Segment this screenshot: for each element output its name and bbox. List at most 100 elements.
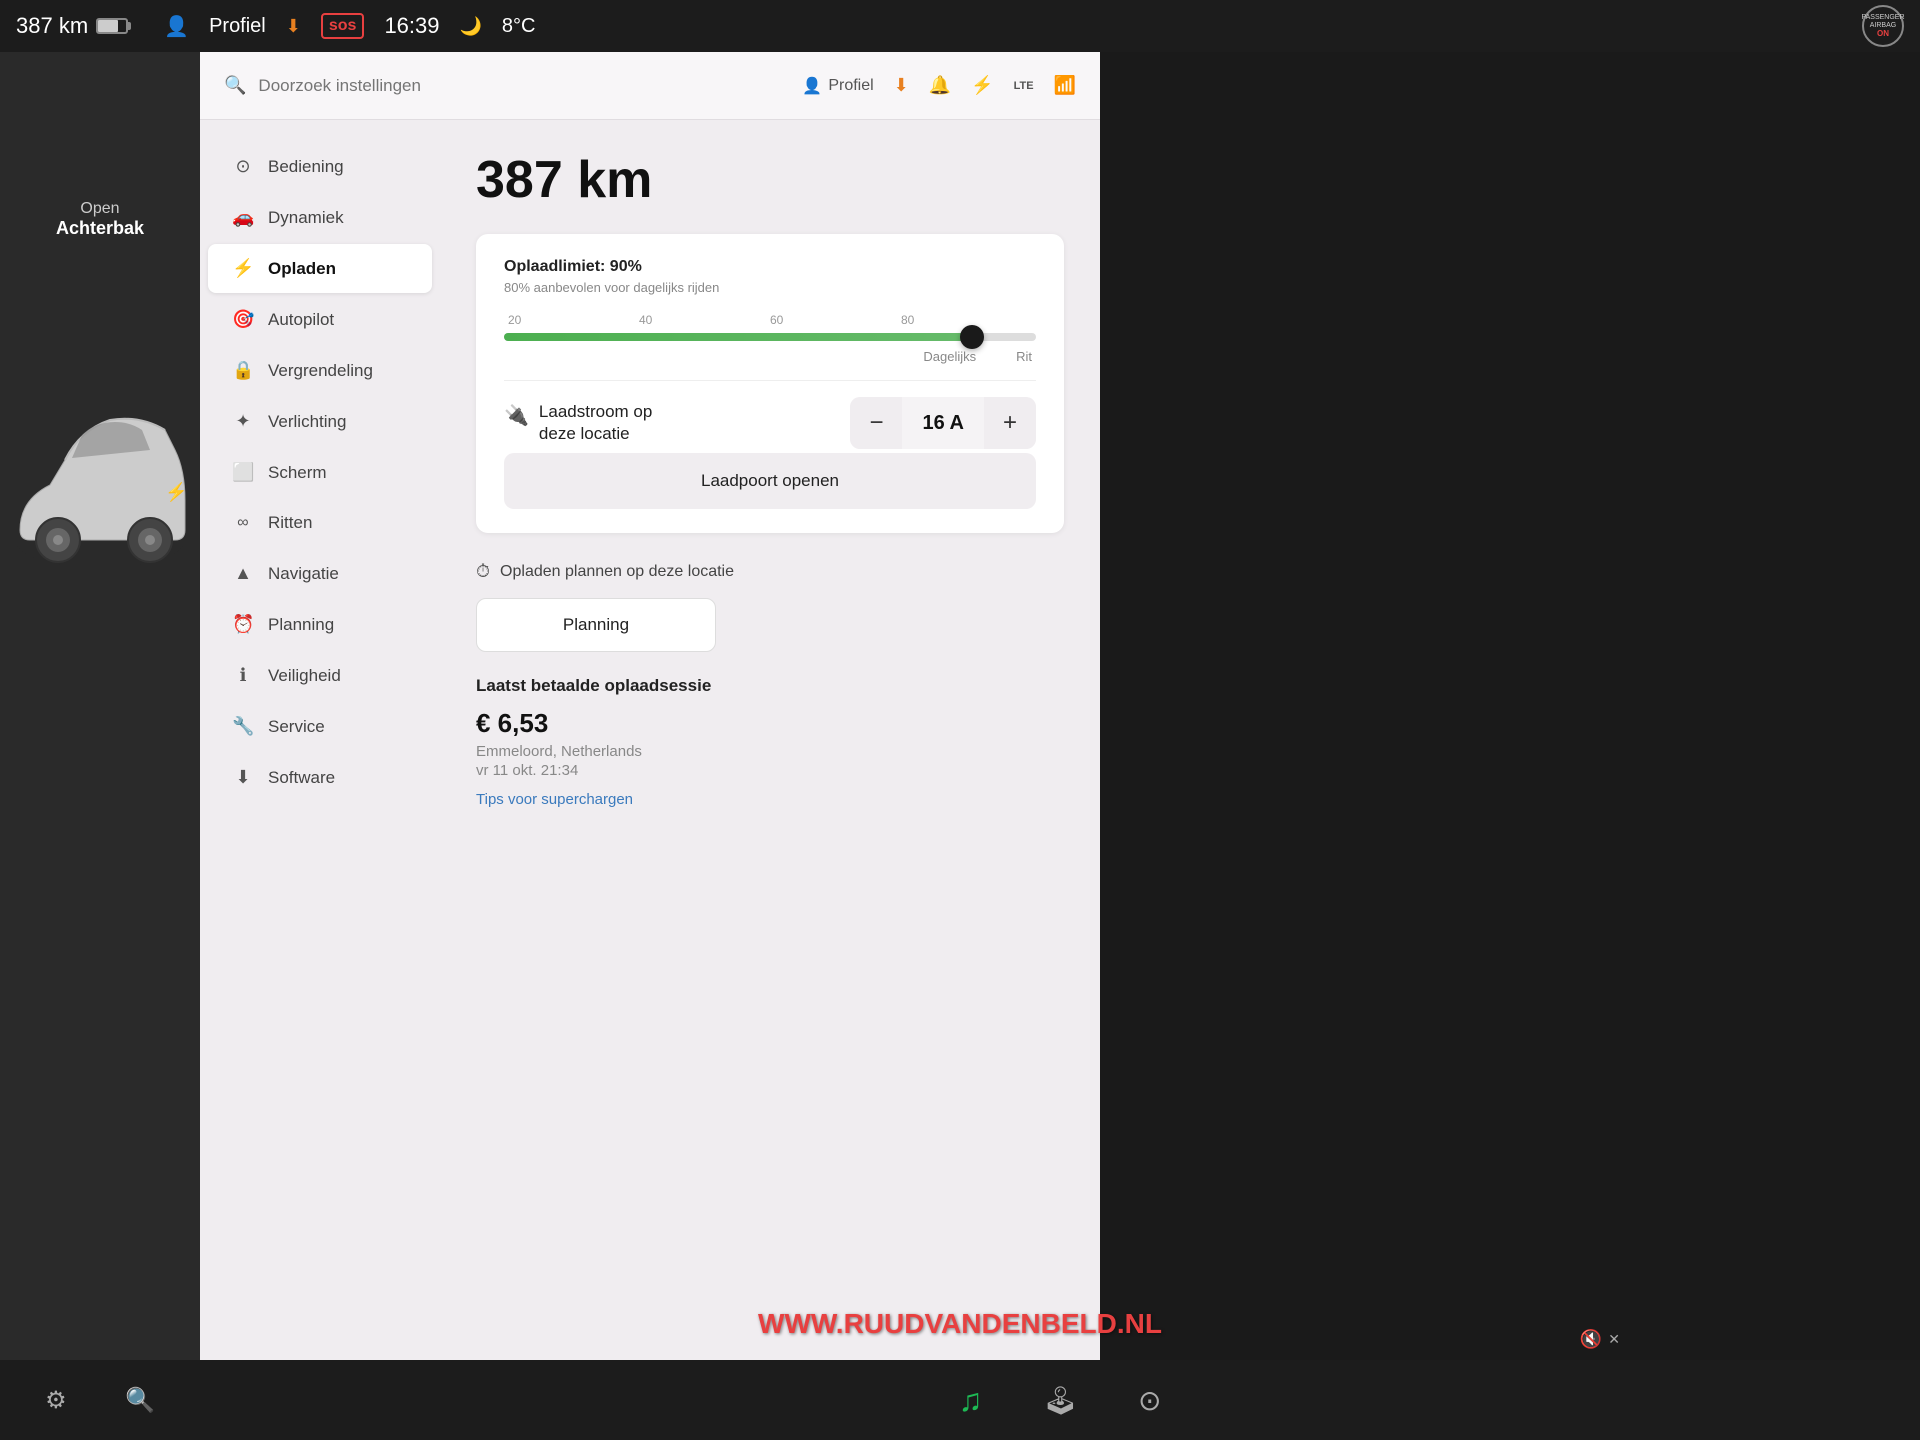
search-input[interactable] (258, 76, 790, 96)
range-heading: 387 km (476, 150, 1064, 210)
laadpoort-button[interactable]: Laadpoort openen (504, 453, 1036, 509)
airbag-badge: PASSENGER AIRBAG ON (1862, 5, 1904, 47)
sidebar-item-bediening[interactable]: ⊙ Bediening (208, 142, 432, 191)
verlichting-icon: ✦ (232, 411, 254, 432)
mute-speaker-icon: 🔇 (1580, 1329, 1602, 1350)
veiligheid-icon: ℹ (232, 665, 254, 686)
sidebar-item-autopilot[interactable]: 🎯 Autopilot (208, 295, 432, 344)
current-label-area: 🔌 Laadstroom opdeze locatie (504, 401, 652, 445)
current-row: 🔌 Laadstroom opdeze locatie − 16 A + (504, 397, 1036, 449)
sidebar-item-opladen[interactable]: ⚡ Opladen (208, 244, 432, 293)
charge-card: Oplaadlimiet: 90% 80% aanbevolen voor da… (476, 234, 1064, 533)
sidebar-item-verlichting[interactable]: ✦ Verlichting (208, 397, 432, 446)
sidebar-item-service[interactable]: 🔧 Service (208, 702, 432, 751)
mute-x-icon: ✕ (1608, 1331, 1620, 1348)
vergrendeling-icon: 🔒 (232, 360, 254, 381)
signal-icon: 📶 (1054, 75, 1076, 96)
bediening-label: Bediening (268, 157, 344, 177)
sidebar-item-ritten[interactable]: ∞ Ritten (208, 499, 432, 547)
schedule-icon: ⏱ (476, 561, 490, 582)
search-bar: 🔍 👤 Profiel ⬇ 🔔 ⚡ LTE 📶 (200, 52, 1100, 120)
battery-icon (96, 18, 128, 34)
spotify-icon[interactable]: ♫ (958, 1382, 982, 1419)
svg-text:⚡: ⚡ (165, 481, 187, 503)
battery-fill (98, 20, 118, 32)
daily-label: Dagelijks (923, 349, 976, 364)
main-panel: 🔍 👤 Profiel ⬇ 🔔 ⚡ LTE 📶 ⊙ Bediening 🚗 Dy… (200, 52, 1100, 1392)
planning-label: Planning (268, 615, 334, 635)
current-value: 16 A (902, 412, 984, 435)
slider-fill (504, 333, 972, 341)
search-right: 👤 Profiel ⬇ 🔔 ⚡ LTE 📶 (802, 75, 1076, 96)
schedule-section: ⏱ Opladen plannen op deze locatie Planni… (476, 561, 1064, 652)
current-decrease-button[interactable]: − (850, 397, 902, 449)
achterbak-label: Achterbak (56, 218, 144, 239)
last-session-label: Laatst betaalde oplaadsessie (476, 676, 1064, 696)
header-bluetooth-icon: ⚡ (971, 75, 993, 96)
autopilot-label: Autopilot (268, 310, 334, 330)
slider-label-20: 20 (508, 313, 521, 327)
slider-thumb[interactable] (960, 325, 984, 349)
open-label: Open (80, 200, 119, 218)
sidebar-item-planning[interactable]: ⏰ Planning (208, 600, 432, 649)
header-profile-label: Profiel (828, 77, 873, 95)
slider-label-60: 60 (770, 313, 783, 327)
sidebar-item-dynamiek[interactable]: 🚗 Dynamiek (208, 193, 432, 242)
rit-label: Rit (1016, 349, 1032, 364)
slider-label-40: 40 (639, 313, 652, 327)
moon-icon: 🌙 (460, 16, 482, 37)
vergrendeling-label: Vergrendeling (268, 361, 373, 381)
sidebar-item-vergrendeling[interactable]: 🔒 Vergrendeling (208, 346, 432, 395)
dynamiek-icon: 🚗 (232, 207, 254, 228)
opladen-icon: ⚡ (232, 258, 254, 279)
car-svg: ⚡ (0, 280, 200, 660)
airbag-line2: AIRBAG (1870, 22, 1896, 30)
status-bar: 387 km 👤 Profiel ⬇ sos 16:39 🌙 8°C PASSE… (0, 0, 1920, 52)
last-session-location: Emmeloord, Netherlands (476, 743, 1064, 760)
last-session: Laatst betaalde oplaadsessie € 6,53 Emme… (476, 676, 1064, 809)
main-content-area: 387 km Oplaadlimiet: 90% 80% aanbevolen … (440, 120, 1100, 1392)
profile-label: Profiel (209, 15, 266, 38)
scherm-label: Scherm (268, 463, 327, 483)
last-session-date: vr 11 okt. 21:34 (476, 762, 1064, 779)
supercharge-tips-link[interactable]: Tips voor superchargen (476, 791, 633, 808)
header-person-icon: 👤 (802, 76, 822, 96)
dynamiek-label: Dynamiek (268, 208, 344, 228)
planning-icon: ⏰ (232, 614, 254, 635)
search-icon: 🔍 (224, 75, 246, 96)
bediening-icon: ⊙ (232, 156, 254, 177)
search-icon-bottom[interactable]: 🔍 (125, 1386, 155, 1415)
status-bar-right: PASSENGER AIRBAG ON (1862, 5, 1904, 47)
slider-labels: 20 40 60 80 (504, 313, 1036, 327)
content-area: ⊙ Bediening 🚗 Dynamiek ⚡ Opladen 🎯 Autop… (200, 120, 1100, 1392)
divider (504, 380, 1036, 381)
sidebar-item-scherm[interactable]: ⬜ Scherm (208, 448, 432, 497)
scherm-icon: ⬜ (232, 462, 254, 483)
charge-limit-sub: 80% aanbevolen voor dagelijks rijden (504, 280, 1036, 295)
sidebar-item-navigatie[interactable]: ▲ Navigatie (208, 549, 432, 598)
sos-label: sos (321, 13, 365, 39)
navigatie-icon: ▲ (232, 563, 254, 584)
status-bar-left: 387 km (16, 13, 128, 39)
steering-wheel-icon[interactable]: ⊙ (1138, 1384, 1161, 1417)
sidebar-item-software[interactable]: ⬇ Software (208, 753, 432, 802)
temperature-display: 8°C (502, 15, 536, 38)
service-icon: 🔧 (232, 716, 254, 737)
current-increase-button[interactable]: + (984, 397, 1036, 449)
joystick-icon[interactable]: 🕹 (1042, 1384, 1078, 1417)
mute-row: 🔇 ✕ (1580, 1329, 1620, 1350)
schedule-header: ⏱ Opladen plannen op deze locatie (476, 561, 1064, 582)
charge-limit-label: Oplaadlimiet: 90% (504, 258, 1036, 276)
slider-label-80: 80 (901, 313, 914, 327)
slider-track[interactable] (504, 333, 1036, 341)
car-image-area: ⚡ (0, 280, 200, 665)
sidebar-item-veiligheid[interactable]: ℹ Veiligheid (208, 651, 432, 700)
download-icon: ⬇ (286, 16, 301, 37)
sidebar: ⊙ Bediening 🚗 Dynamiek ⚡ Opladen 🎯 Autop… (200, 120, 440, 1392)
slider-footer: Dagelijks Rit (504, 349, 1036, 364)
schedule-header-text: Opladen plannen op deze locatie (500, 563, 734, 581)
settings-icon[interactable]: ⚙ (45, 1386, 67, 1415)
charge-slider-container: 20 40 60 80 Dagelijks Rit (504, 313, 1036, 364)
planning-button[interactable]: Planning (476, 598, 716, 652)
ritten-label: Ritten (268, 513, 312, 533)
